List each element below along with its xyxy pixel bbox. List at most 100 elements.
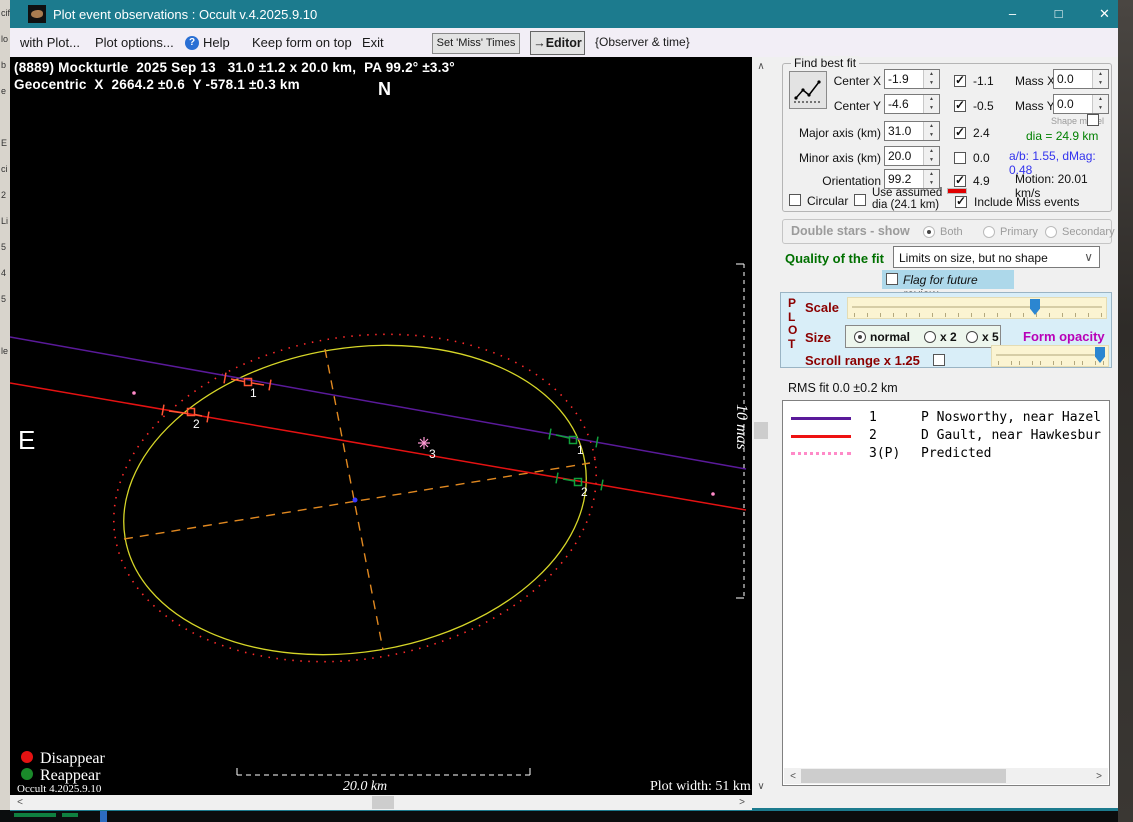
menu-plot-options[interactable]: Plot options... xyxy=(95,35,174,50)
observer-name: P Nosworthy, near Hazel xyxy=(921,410,1102,425)
double-primary-label: Primary xyxy=(1000,226,1038,238)
spin-down-icon[interactable] xyxy=(924,104,939,113)
center-x-label: Center X xyxy=(833,74,881,88)
quality-label: Quality of the fit xyxy=(785,251,884,266)
hscroll-thumb[interactable] xyxy=(372,796,394,809)
form-opacity-ticks xyxy=(998,361,1104,365)
minor-axis-spinner[interactable]: 20.0 xyxy=(884,146,940,166)
mass-y-spinner[interactable]: 0.0 xyxy=(1053,94,1109,114)
size-normal-radio[interactable] xyxy=(854,331,866,343)
spin-up-icon[interactable] xyxy=(924,70,939,79)
menu-help[interactable]: Help xyxy=(203,35,230,50)
vscroll-thumb[interactable] xyxy=(754,422,768,439)
double-primary-radio[interactable] xyxy=(983,226,995,238)
circular-checkbox[interactable] xyxy=(789,194,801,206)
size-x2-radio[interactable] xyxy=(924,331,936,343)
include-miss-checkbox[interactable] xyxy=(955,194,967,208)
disappear-legend-dot xyxy=(21,751,33,763)
quality-combobox[interactable]: Limits on size, but no shape ∨ xyxy=(893,246,1100,268)
double-stars-label: Double stars - show xyxy=(791,224,910,238)
mas-scale-label: 10 mas xyxy=(733,404,750,450)
window-title: Plot event observations : Occult v.4.202… xyxy=(53,7,318,22)
scroll-up-arrow[interactable]: ∧ xyxy=(752,59,770,74)
minor-fit-value: 0.0 xyxy=(973,151,990,165)
set-miss-times-button[interactable]: Set 'Miss' Times xyxy=(432,33,520,54)
mass-x-spinner[interactable]: 0.0 xyxy=(1053,69,1109,89)
double-both-radio[interactable] xyxy=(923,226,935,238)
observer-listbox[interactable]: 1 P Nosworthy, near Hazel 2 D Gault, nea… xyxy=(782,400,1110,786)
spin-down-icon[interactable] xyxy=(924,131,939,140)
close-button[interactable]: ✕ xyxy=(1082,0,1127,28)
spin-down-icon[interactable] xyxy=(924,79,939,88)
listbox-hscrollbar[interactable]: < > xyxy=(784,768,1108,784)
mass-x-label: Mass X xyxy=(1015,74,1056,88)
circular-label: Circular xyxy=(807,194,849,208)
minor-axis-label: Minor axis (km) xyxy=(798,151,881,165)
disappear-label-2: 2 xyxy=(193,417,200,431)
center-x-spinner[interactable]: -1.9 xyxy=(884,69,940,89)
plot-vertical-label: PL OT xyxy=(788,296,798,351)
form-opacity-slider[interactable] xyxy=(991,345,1109,367)
minor-fit-checkbox[interactable] xyxy=(954,152,966,164)
plot-hscrollbar[interactable]: < > xyxy=(10,795,752,810)
plot-canvas[interactable]: (8889) Mockturtle 2025 Sep 13 31.0 ±1.2 … xyxy=(10,57,752,795)
spin-down-icon[interactable] xyxy=(1093,104,1108,113)
include-miss-label: Include Miss events xyxy=(974,195,1080,209)
size-label: Size xyxy=(805,330,832,345)
background-fragment xyxy=(14,813,56,817)
plot-vscrollbar[interactable]: ∧ ∨ xyxy=(752,57,770,795)
orientation-spinner[interactable]: 99.2 xyxy=(884,169,940,189)
scroll-left-arrow[interactable]: < xyxy=(14,795,26,810)
orientation-fit-checkbox[interactable] xyxy=(954,173,966,187)
size-x5-label: x 5 xyxy=(982,330,999,344)
maximize-button[interactable]: □ xyxy=(1036,0,1081,28)
center-y-spinner[interactable]: -4.6 xyxy=(884,94,940,114)
observer-number: 1 xyxy=(869,410,877,425)
control-panel: Find best fit Center X -1.9 -1.1 Mass X xyxy=(770,56,1118,808)
flag-review-checkbox[interactable] xyxy=(886,273,898,285)
menubar: with Plot... Plot options... ? Help Keep… xyxy=(10,28,1118,57)
scroll-right-arrow[interactable]: > xyxy=(736,795,748,810)
observer-number: 2 xyxy=(869,428,877,443)
titlebar[interactable]: Plot event observations : Occult v.4.202… xyxy=(10,0,1118,28)
screen: cif lo b e E ci 2 Li 5 4 5 le Plot event… xyxy=(0,0,1133,822)
listbox-hscroll-thumb[interactable] xyxy=(801,769,1006,783)
minimize-button[interactable]: – xyxy=(990,0,1035,28)
center-y-fit-checkbox[interactable] xyxy=(954,98,966,112)
spin-up-icon[interactable] xyxy=(924,122,939,131)
observer-row[interactable]: 2 D Gault, near Hawkesbur xyxy=(783,427,1109,445)
menu-with-plot[interactable]: with Plot... xyxy=(20,35,80,50)
spin-down-icon[interactable] xyxy=(1093,79,1108,88)
scroll-down-arrow[interactable]: ∨ xyxy=(752,779,770,794)
major-axis-spinner[interactable]: 31.0 xyxy=(884,121,940,141)
spin-up-icon[interactable] xyxy=(924,95,939,104)
find-best-fit-group: Find best fit Center X -1.9 -1.1 Mass X xyxy=(782,56,1112,212)
size-x5-radio[interactable] xyxy=(966,331,978,343)
background-bottom-bar xyxy=(0,810,1133,822)
observer-row[interactable]: 3(P) Predicted xyxy=(783,445,1109,463)
east-label: E xyxy=(18,425,35,455)
scroll-left-arrow[interactable]: < xyxy=(787,769,799,784)
spin-down-icon[interactable] xyxy=(924,156,939,165)
double-secondary-radio[interactable] xyxy=(1045,226,1057,238)
spin-up-icon[interactable] xyxy=(1093,70,1108,79)
observer-row[interactable]: 1 P Nosworthy, near Hazel xyxy=(783,409,1109,427)
major-fit-checkbox[interactable] xyxy=(954,125,966,139)
menu-exit[interactable]: Exit xyxy=(362,35,384,50)
spin-up-icon[interactable] xyxy=(1093,95,1108,104)
use-assumed-checkbox[interactable] xyxy=(854,194,866,206)
background-fragment xyxy=(62,813,78,817)
center-y-fit-value: -0.5 xyxy=(973,99,994,113)
editor-button[interactable]: →Editor xyxy=(530,31,585,55)
shape-model-checkbox[interactable] xyxy=(1087,114,1099,126)
spin-up-icon[interactable] xyxy=(924,170,939,179)
menu-keep-on-top[interactable]: Keep form on top xyxy=(252,35,352,50)
plot-width-label: Plot width: 51 km xyxy=(650,779,751,794)
scroll-range-checkbox[interactable] xyxy=(933,354,945,366)
disappear-legend-label: Disappear xyxy=(40,750,106,767)
ellipse-center-dot xyxy=(352,497,358,503)
center-x-fit-checkbox[interactable] xyxy=(954,73,966,87)
scale-slider[interactable] xyxy=(847,297,1107,319)
scroll-right-arrow[interactable]: > xyxy=(1093,769,1105,784)
spin-up-icon[interactable] xyxy=(924,147,939,156)
